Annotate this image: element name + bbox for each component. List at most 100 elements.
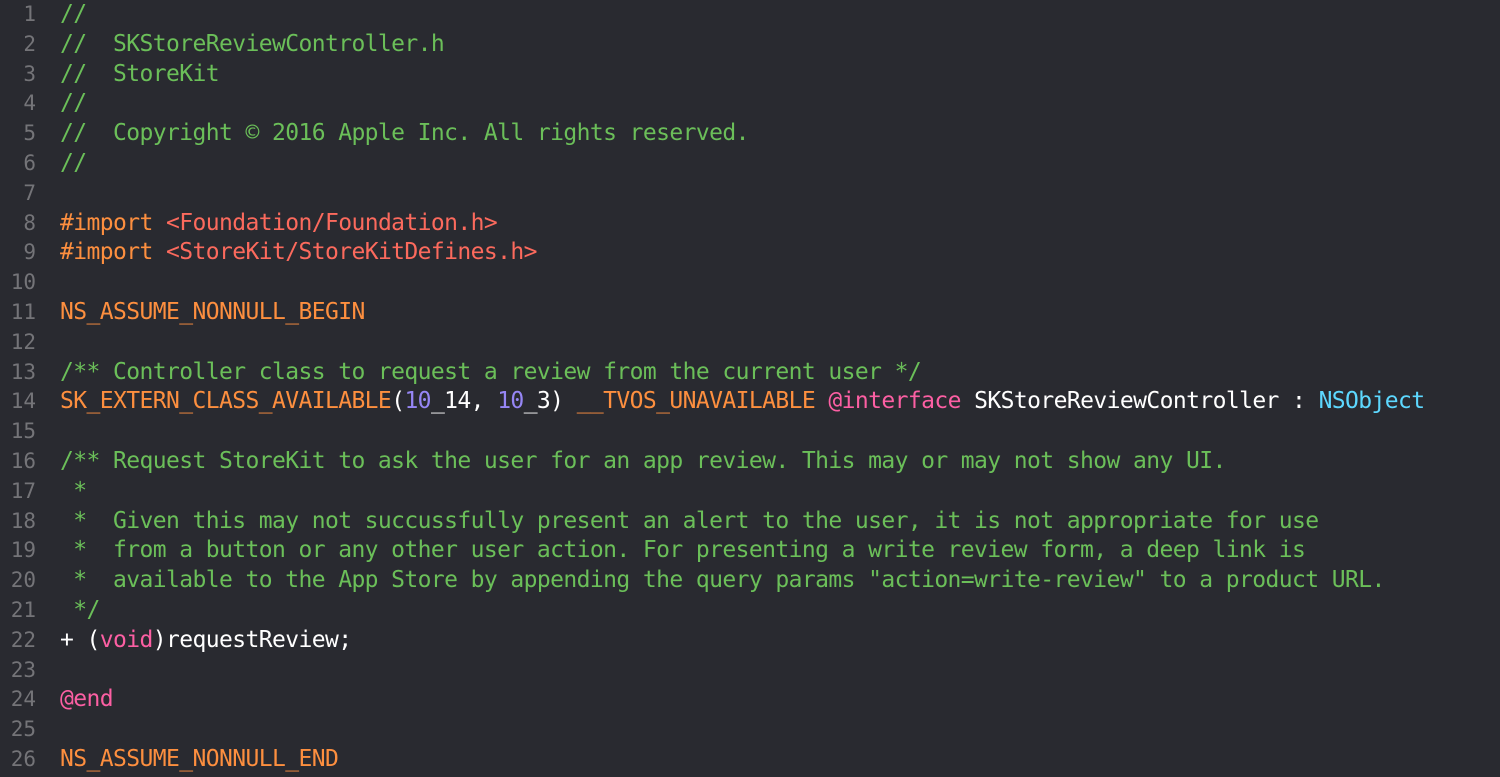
token-comment: * available to the App Store by appendin… — [60, 567, 1385, 594]
code-line[interactable]: 4 // — [0, 89, 1500, 119]
line-number: 23 — [10, 657, 36, 682]
line-text: // — [60, 149, 87, 179]
token-comment: // StoreKit — [60, 60, 220, 87]
token-plain: )requestReview; — [152, 626, 352, 653]
line-text: NS_ASSUME_NONNULL_END — [60, 745, 339, 775]
code-line[interactable]: 25 — [0, 715, 1500, 745]
code-line[interactable]: 9 #import <StoreKit/StoreKitDefines.h> — [0, 238, 1500, 268]
token-kw: void — [99, 626, 154, 653]
code-line[interactable]: 12 — [0, 328, 1500, 358]
token-plain: _3) — [523, 388, 577, 415]
token-comment: /** Controller class to request a review… — [60, 358, 922, 385]
line-text: // SKStoreReviewController.h — [60, 30, 445, 60]
line-text: // — [60, 89, 87, 119]
line-text: #import <Foundation/Foundation.h> — [60, 209, 498, 239]
code-line[interactable]: 14 SK_EXTERN_CLASS_AVAILABLE(10_14, 10_3)… — [0, 387, 1500, 417]
code-line[interactable]: 7 — [0, 179, 1500, 209]
line-number: 25 — [10, 717, 36, 742]
line-text: SK_EXTERN_CLASS_AVAILABLE(10_14, 10_3) _… — [60, 387, 1425, 417]
code-line[interactable]: 20 * available to the App Store by appen… — [0, 566, 1500, 596]
token-macro: SK_EXTERN_CLASS_AVAILABLE — [60, 388, 392, 415]
token-comment: * Given this may not succussfully presen… — [60, 507, 1319, 534]
code-line[interactable]: 23 — [0, 656, 1500, 686]
line-text: */ — [60, 596, 100, 626]
token-str: <Foundation/Foundation.h> — [165, 209, 498, 236]
code-line[interactable]: 18 * Given this may not succussfully pre… — [0, 507, 1500, 537]
line-number: 19 — [10, 538, 36, 563]
token-str: <StoreKit/StoreKitDefines.h> — [165, 239, 538, 266]
code-line[interactable]: 6 // — [0, 149, 1500, 179]
token-comment: // Copyright © 2016 Apple Inc. All right… — [60, 120, 749, 147]
token-macro: NS_ASSUME_NONNULL_END — [60, 745, 339, 772]
token-kw: @end — [60, 686, 114, 713]
code-line[interactable]: 2 // SKStoreReviewController.h — [0, 30, 1500, 60]
line-number: 9 — [23, 240, 36, 265]
line-text: * — [60, 477, 87, 507]
line-text: + (void)requestReview; — [60, 626, 352, 656]
token-comment: * from a button or any other user action… — [60, 537, 1306, 564]
line-text: // Copyright © 2016 Apple Inc. All right… — [60, 119, 749, 149]
line-number: 7 — [23, 180, 36, 205]
line-text: /** Controller class to request a review… — [60, 358, 922, 388]
line-number: 4 — [23, 91, 36, 116]
token-pre: #import — [60, 209, 166, 236]
code-line[interactable]: 8 #import <Foundation/Foundation.h> — [0, 209, 1500, 239]
token-kw: @interface — [828, 388, 961, 415]
line-number: 16 — [10, 448, 36, 473]
line-number: 17 — [10, 478, 36, 503]
line-text: * from a button or any other user action… — [60, 536, 1306, 566]
line-number: 11 — [10, 299, 36, 324]
token-comment: * — [60, 477, 87, 504]
code-editor[interactable]: 1 // 2 // SKStoreReviewController.h 3 // Stor… — [0, 0, 1500, 777]
code-line[interactable]: 26 NS_ASSUME_NONNULL_END — [0, 745, 1500, 775]
token-type: NSObject — [1318, 388, 1426, 415]
line-number: 10 — [10, 270, 36, 295]
code-line[interactable]: 10 — [0, 268, 1500, 298]
line-number: 3 — [23, 61, 36, 86]
line-text: * available to the App Store by appendin… — [60, 566, 1385, 596]
code-line[interactable]: 15 — [0, 417, 1500, 447]
code-line[interactable]: 22 + (void)requestReview; — [0, 626, 1500, 656]
code-area[interactable]: 1 // 2 // SKStoreReviewController.h 3 // Stor… — [0, 0, 1500, 775]
line-number: 6 — [23, 150, 36, 175]
token-plain: _14, — [430, 388, 498, 415]
code-line[interactable]: 13 /** Controller class to request a revi… — [0, 358, 1500, 388]
line-text: // — [60, 0, 87, 30]
code-line[interactable]: 5 // Copyright © 2016 Apple Inc. All righ… — [0, 119, 1500, 149]
line-number: 13 — [10, 359, 36, 384]
code-line[interactable]: 19 * from a button or any other user act… — [0, 536, 1500, 566]
code-line[interactable]: 11 NS_ASSUME_NONNULL_BEGIN — [0, 298, 1500, 328]
token-plain: ( — [391, 388, 405, 415]
line-number: 22 — [10, 627, 36, 652]
token-num: 10 — [497, 388, 524, 415]
line-number: 8 — [23, 210, 36, 235]
code-line[interactable]: 24 @end — [0, 685, 1500, 715]
code-line[interactable]: 17 * — [0, 477, 1500, 507]
line-number: 21 — [10, 597, 36, 622]
line-number: 5 — [23, 121, 36, 146]
token-plain: + ( — [60, 626, 100, 653]
token-macro: NS_ASSUME_NONNULL_BEGIN — [60, 298, 365, 325]
token-comment: // SKStoreReviewController.h — [60, 30, 445, 57]
line-number: 2 — [23, 31, 36, 56]
line-text: /** Request StoreKit to ask the user for… — [60, 447, 1226, 477]
line-number: 14 — [10, 389, 36, 414]
line-number: 18 — [10, 508, 36, 533]
code-line[interactable]: 16 /** Request StoreKit to ask the user f… — [0, 447, 1500, 477]
code-line[interactable]: 1 // — [0, 0, 1500, 30]
token-macro: __TVOS_UNAVAILABLE — [576, 388, 816, 415]
token-pre: #import — [60, 239, 166, 266]
token-comment: /** Request StoreKit to ask the user for… — [60, 447, 1226, 474]
line-text: @end — [60, 685, 114, 715]
line-number: 20 — [10, 568, 36, 593]
line-number: 26 — [10, 746, 36, 771]
line-number: 24 — [10, 687, 36, 712]
token-comment: */ — [60, 596, 100, 623]
line-text: #import <StoreKit/StoreKitDefines.h> — [60, 238, 538, 268]
line-number: 1 — [23, 2, 36, 26]
line-number: 12 — [10, 329, 36, 354]
code-line[interactable]: 21 */ — [0, 596, 1500, 626]
line-text: NS_ASSUME_NONNULL_BEGIN — [60, 298, 365, 328]
code-line[interactable]: 3 // StoreKit — [0, 60, 1500, 90]
